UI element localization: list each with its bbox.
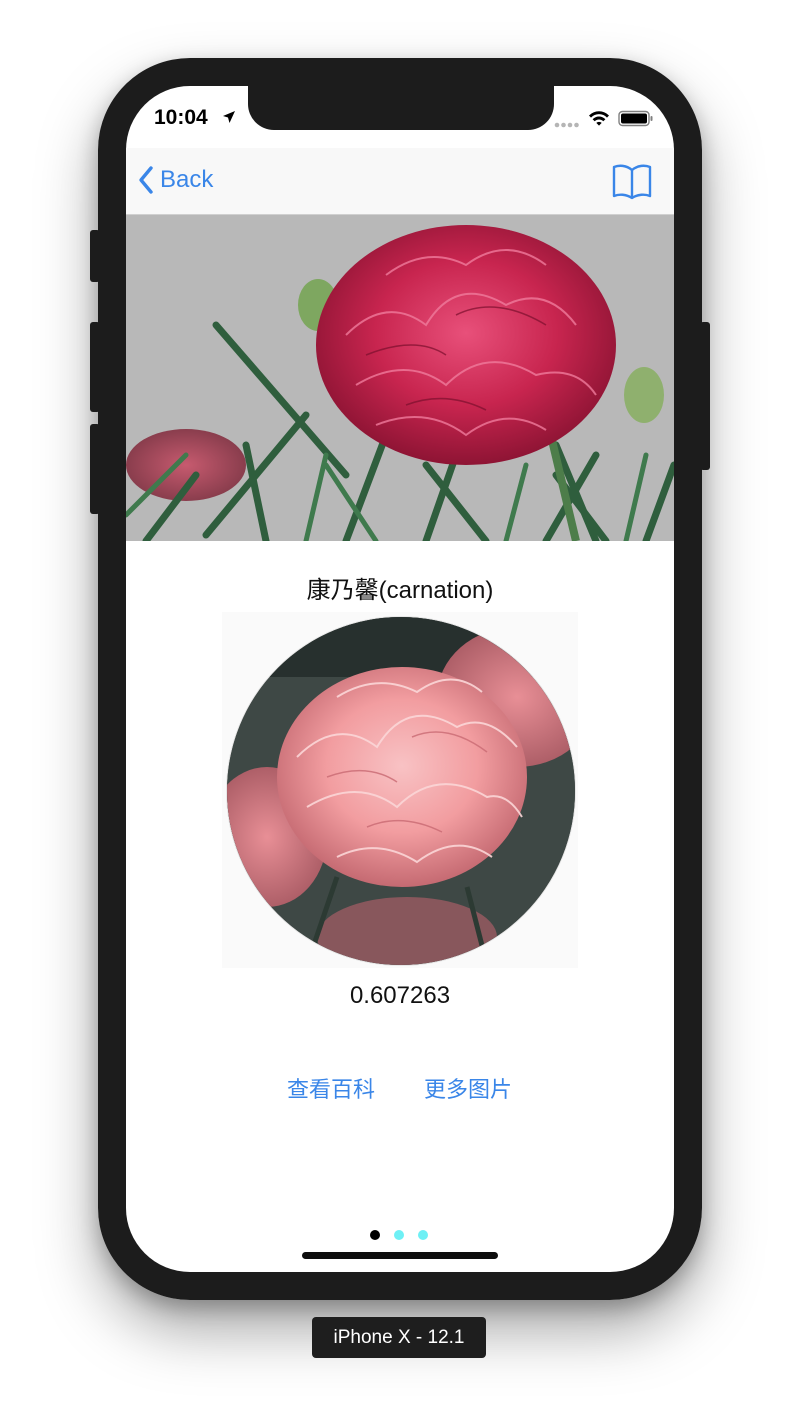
navigation-bar: Back bbox=[126, 148, 674, 215]
flower-name-title: 康乃馨(carnation) bbox=[306, 577, 494, 604]
simulator-stage: 10:04 Back 康乃馨(carnation) 0.607263 查看百科 … bbox=[0, 0, 800, 1412]
back-button[interactable]: Back bbox=[138, 162, 213, 198]
signal-dots-icon bbox=[554, 122, 579, 128]
home-indicator[interactable] bbox=[302, 1252, 498, 1259]
back-button-label: Back bbox=[160, 166, 214, 193]
silent-switch bbox=[90, 230, 100, 282]
circular-photo-container bbox=[222, 612, 578, 968]
chevron-left-icon bbox=[139, 166, 153, 194]
notch bbox=[248, 86, 554, 130]
volume-up-button bbox=[90, 322, 100, 412]
carnation-photo bbox=[126, 215, 674, 541]
pink-carnation-photo bbox=[227, 617, 575, 965]
page-dot-3[interactable] bbox=[418, 1230, 428, 1240]
power-button bbox=[700, 322, 710, 470]
battery-icon bbox=[618, 110, 653, 127]
hero-flower-photo bbox=[126, 215, 674, 541]
book-icon bbox=[612, 164, 652, 200]
more-images-link[interactable]: 更多图片 bbox=[424, 1072, 512, 1104]
page-dot-1[interactable] bbox=[370, 1230, 380, 1240]
circular-flower-photo bbox=[226, 616, 576, 966]
confidence-score: 0.607263 bbox=[349, 982, 451, 1009]
page-dot-2[interactable] bbox=[394, 1230, 404, 1240]
status-time: 10:04 bbox=[154, 106, 208, 129]
wifi-icon bbox=[589, 111, 609, 126]
encyclopedia-button[interactable] bbox=[612, 162, 652, 205]
location-arrow-icon bbox=[223, 111, 235, 123]
volume-down-button bbox=[90, 424, 100, 514]
view-encyclopedia-link[interactable]: 查看百科 bbox=[287, 1072, 375, 1104]
page-control[interactable] bbox=[370, 1230, 428, 1240]
simulator-device-label: iPhone X - 12.1 bbox=[312, 1317, 486, 1358]
phone-screen: 10:04 Back 康乃馨(carnation) 0.607263 查看百科 … bbox=[126, 86, 674, 1272]
